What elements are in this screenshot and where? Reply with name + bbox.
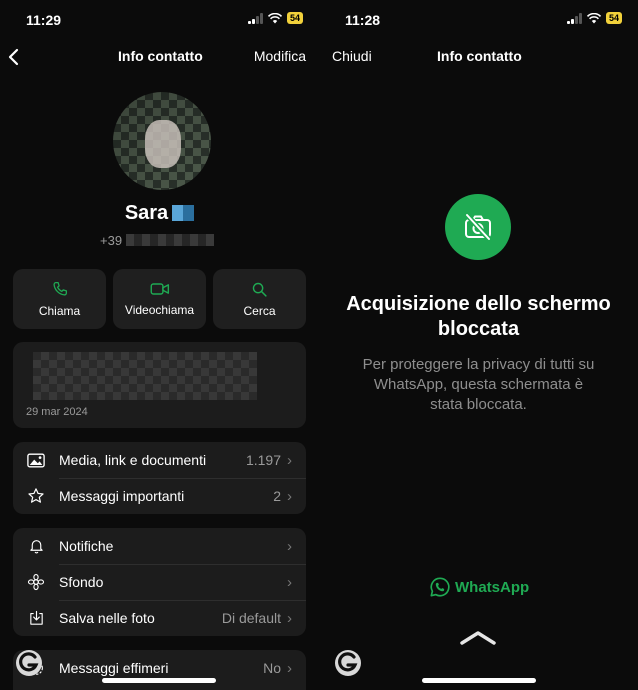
battery-indicator: 54 [605, 12, 622, 24]
contact-name: Sara [124, 202, 169, 224]
signal-icon [566, 12, 582, 24]
blocked-screen: 11:28 54 Chiudi Info contatto Acquisizio… [319, 0, 638, 690]
action-buttons: Chiama Videochiama Cerca [13, 269, 306, 329]
home-indicator[interactable] [102, 678, 216, 683]
nav-bar: Chiudi Info contatto [319, 44, 638, 70]
video-call-label: Videochiama [124, 303, 195, 317]
phone-prefix: +39 [100, 233, 123, 248]
row-wallpaper-label: Sfondo [59, 574, 104, 590]
search-button[interactable]: Cerca [213, 269, 306, 329]
row-media-count: 1.197 [245, 452, 281, 468]
row-starred-count: 2 [273, 488, 281, 504]
video-icon [150, 283, 169, 295]
watermark-logo-icon [16, 650, 42, 676]
call-button[interactable]: Chiama [13, 269, 106, 329]
emoji-pixelated [172, 205, 195, 221]
search-label: Cerca [243, 303, 276, 318]
row-notifications[interactable]: Notifiche › [13, 528, 306, 564]
about-text-redacted [33, 352, 257, 400]
media-group: Media, link e documenti 1.197 › Messaggi… [13, 442, 306, 514]
row-save-photos-label: Salva nelle foto [59, 610, 155, 626]
camera-off-icon [465, 213, 491, 241]
chevron-right-icon: › [287, 609, 292, 627]
about-card[interactable]: 29 mar 2024 [13, 342, 306, 428]
home-indicator[interactable] [422, 678, 536, 683]
status-time: 11:29 [26, 12, 62, 28]
avatar[interactable] [113, 92, 211, 190]
photo-icon [27, 453, 45, 467]
row-wallpaper[interactable]: Sfondo › [13, 564, 306, 600]
search-icon [252, 282, 267, 297]
row-media-label: Media, link e documenti [59, 452, 207, 468]
phone-icon [52, 281, 67, 296]
blocked-description: Per proteggere la privacy di tutti su Wh… [362, 356, 595, 413]
camera-blocked-icon-badge [445, 194, 511, 260]
contact-phone: +39 [100, 233, 215, 248]
wifi-icon [267, 12, 282, 23]
edit-button[interactable]: Modifica [254, 48, 306, 64]
whatsapp-wordmark: WhatsApp [455, 578, 530, 596]
nav-bar: Info contatto Modifica [0, 44, 319, 70]
row-starred-label: Messaggi importanti [59, 488, 185, 504]
status-icons: 54 [566, 12, 622, 24]
watermark-logo-icon [335, 650, 361, 676]
row-notifications-label: Notifiche [59, 538, 114, 554]
blocked-title: Acquisizione dello schermo bloccata [346, 293, 611, 340]
wifi-icon [586, 12, 601, 23]
battery-indicator: 54 [286, 12, 303, 24]
video-call-button[interactable]: Videochiama [113, 269, 206, 329]
signal-icon [247, 12, 263, 24]
whatsapp-logo-icon [430, 577, 450, 597]
wallpaper-icon [27, 573, 45, 591]
status-bar: 11:29 54 [0, 0, 319, 40]
row-disappearing-value: No [263, 660, 281, 676]
chevron-right-icon: › [287, 659, 292, 677]
row-starred[interactable]: Messaggi importanti 2 › [13, 478, 306, 514]
settings-group: Notifiche › Sfondo › Salva nelle foto Di… [13, 528, 306, 636]
star-icon [28, 488, 44, 503]
about-date: 29 mar 2024 [26, 406, 88, 418]
bell-icon [29, 540, 43, 554]
row-save-photos-value: Di default [221, 610, 281, 626]
call-label: Chiama [38, 304, 81, 318]
row-save-photos[interactable]: Salva nelle foto Di default › [13, 600, 306, 636]
page-title: Info contatto [118, 48, 203, 64]
whatsapp-brand: WhatsApp [429, 576, 529, 598]
close-button[interactable]: Chiudi [332, 48, 372, 64]
phone-number-redacted [126, 234, 215, 246]
status-bar: 11:28 54 [319, 0, 638, 40]
contact-name-row: Sara [0, 202, 319, 225]
status-time: 11:28 [345, 12, 381, 28]
chevron-right-icon: › [287, 537, 292, 555]
page-title: Info contatto [437, 48, 522, 64]
download-icon [29, 610, 43, 625]
privacy-group: Messaggi effimeri No › [13, 650, 306, 690]
status-icons: 54 [247, 12, 303, 24]
chevron-up-icon[interactable] [459, 630, 497, 646]
chevron-right-icon: › [287, 451, 292, 469]
row-disappearing-label: Messaggi effimeri [59, 660, 169, 676]
chevron-right-icon: › [287, 573, 292, 591]
row-media[interactable]: Media, link e documenti 1.197 › [13, 442, 306, 478]
back-arrow-icon[interactable] [8, 48, 20, 66]
chevron-right-icon: › [287, 487, 292, 505]
contact-info-screen: 11:29 54 Info contatto Modifica Sara +39… [0, 0, 319, 690]
